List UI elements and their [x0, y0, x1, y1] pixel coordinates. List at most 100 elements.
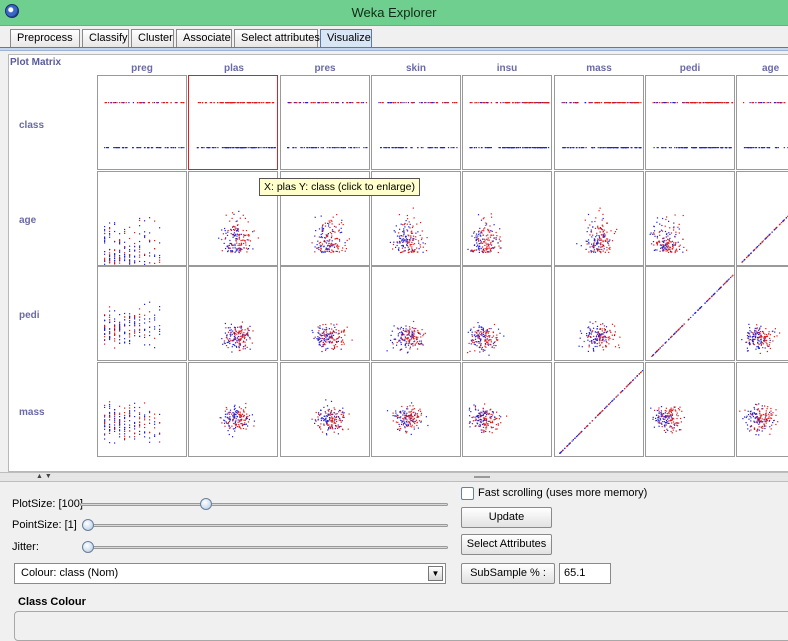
plot-cell-insu-vs-mass[interactable]	[462, 362, 552, 457]
plot-point	[510, 147, 511, 148]
plot-point	[401, 335, 402, 336]
tab-visualize[interactable]: Visualize	[320, 29, 372, 48]
plot-point	[608, 244, 609, 245]
plot-cell-preg-vs-class[interactable]	[97, 75, 187, 170]
plot-point	[343, 330, 344, 331]
plot-matrix[interactable]: Plot Matrix preg plas pres skin insu mas…	[8, 54, 788, 472]
plot-cell-age-vs-pedi[interactable]	[736, 266, 788, 361]
plot-point	[629, 382, 630, 383]
plot-point	[487, 247, 488, 248]
plot-cell-pedi-vs-age[interactable]	[645, 171, 735, 266]
plot-cell-skin-vs-class[interactable]	[371, 75, 461, 170]
plot-point	[320, 147, 321, 148]
plot-cell-mass-vs-mass[interactable]	[554, 362, 644, 457]
plot-point	[651, 243, 652, 244]
plot-point	[487, 341, 488, 342]
plot-cell-mass-vs-age[interactable]	[554, 171, 644, 266]
plot-cell-preg-vs-mass[interactable]	[97, 362, 187, 457]
plot-point	[233, 428, 234, 429]
plot-point	[652, 233, 653, 234]
plot-point	[109, 228, 110, 229]
plot-point	[326, 147, 327, 148]
plot-cell-preg-vs-pedi[interactable]	[97, 266, 187, 361]
plot-point	[149, 432, 150, 433]
plot-point	[236, 331, 237, 332]
plot-point	[534, 102, 535, 103]
plot-point	[755, 434, 756, 435]
plot-point	[134, 318, 135, 319]
plot-cell-skin-vs-mass[interactable]	[371, 362, 461, 457]
plot-point	[234, 229, 235, 230]
plot-cell-pres-vs-class[interactable]	[280, 75, 370, 170]
plot-cell-age-vs-mass[interactable]	[736, 362, 788, 457]
plot-point	[403, 330, 404, 331]
plot-point	[436, 147, 437, 148]
plot-point	[111, 102, 112, 103]
plot-point	[337, 248, 338, 249]
plot-point	[124, 333, 125, 334]
plot-point	[409, 227, 410, 228]
plot-point	[129, 426, 130, 427]
plot-cell-mass-vs-class[interactable]	[554, 75, 644, 170]
plot-point	[484, 419, 485, 420]
plot-cell-insu-vs-pedi[interactable]	[462, 266, 552, 361]
plot-point	[104, 433, 105, 434]
plot-point	[307, 147, 308, 148]
plot-point	[343, 332, 344, 333]
plot-cell-insu-vs-age[interactable]	[462, 171, 552, 266]
plot-point	[481, 231, 482, 232]
plot-point	[238, 421, 239, 422]
plot-cell-age-vs-class[interactable]	[736, 75, 788, 170]
tab-classify[interactable]: Classify	[82, 29, 129, 48]
tab-preprocess[interactable]: Preprocess	[10, 29, 80, 48]
plot-point	[546, 147, 547, 148]
plot-point	[596, 326, 597, 327]
plot-point	[317, 425, 318, 426]
plot-point	[326, 240, 327, 241]
plot-cell-pedi-vs-class[interactable]	[645, 75, 735, 170]
plot-point	[154, 329, 155, 330]
plot-point	[598, 210, 599, 211]
tab-associate[interactable]: Associate	[176, 29, 232, 48]
tab-cluster[interactable]: Cluster	[131, 29, 174, 48]
plot-point	[239, 425, 240, 426]
plot-point	[154, 220, 155, 221]
plot-cell-pres-vs-mass[interactable]	[280, 362, 370, 457]
plot-cell-plas-vs-mass[interactable]	[188, 362, 278, 457]
plot-point	[309, 147, 310, 148]
plot-cell-pedi-vs-pedi[interactable]	[645, 266, 735, 361]
plot-cell-pres-vs-pedi[interactable]	[280, 266, 370, 361]
plot-cell-insu-vs-class[interactable]	[462, 75, 552, 170]
plot-point	[659, 418, 660, 419]
plot-point	[476, 102, 477, 103]
plot-cell-pedi-vs-mass[interactable]	[645, 362, 735, 457]
plot-point	[159, 257, 160, 258]
plot-point	[104, 320, 105, 321]
plot-point	[114, 347, 115, 348]
plot-cell-mass-vs-pedi[interactable]	[554, 266, 644, 361]
plot-point	[591, 236, 592, 237]
plot-point	[697, 102, 698, 103]
plot-cell-plas-vs-class[interactable]	[188, 75, 278, 170]
plot-point	[402, 251, 403, 252]
plot-point	[225, 323, 226, 324]
plot-cell-preg-vs-age[interactable]	[97, 171, 187, 266]
plot-cell-age-vs-age[interactable]	[736, 171, 788, 266]
plot-point	[328, 427, 329, 428]
plot-point	[124, 433, 125, 434]
plot-cell-skin-vs-pedi[interactable]	[371, 266, 461, 361]
tab-select-attributes[interactable]: Select attributes	[234, 29, 318, 48]
plot-point	[564, 447, 565, 448]
plot-point	[484, 227, 485, 228]
plot-point	[230, 427, 231, 428]
plot-point	[477, 235, 478, 236]
plot-point	[104, 326, 105, 327]
plot-point	[324, 102, 325, 103]
plot-point	[239, 244, 240, 245]
plot-point	[134, 246, 135, 247]
plot-cell-plas-vs-pedi[interactable]	[188, 266, 278, 361]
plot-point	[480, 413, 481, 414]
plot-point	[496, 411, 497, 412]
plot-point	[670, 246, 671, 247]
plot-point	[149, 318, 150, 319]
